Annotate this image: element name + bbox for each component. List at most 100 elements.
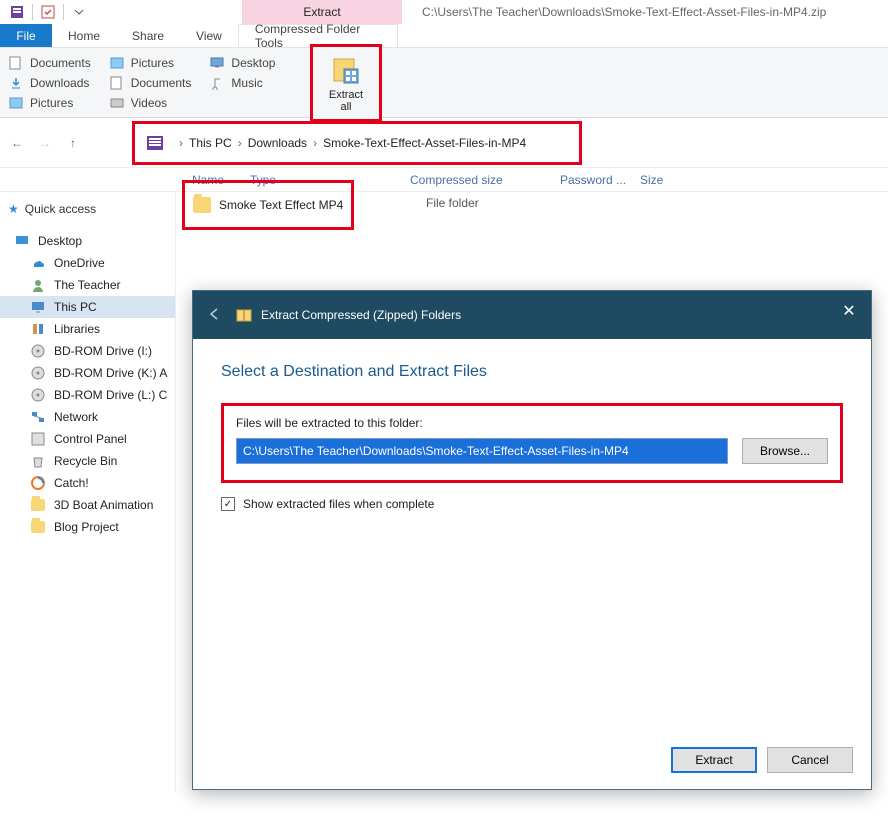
breadcrumb-seg[interactable]: Downloads: [248, 136, 307, 150]
dialog-titlebar[interactable]: Extract Compressed (Zipped) Folders ✕: [193, 291, 871, 339]
cancel-button[interactable]: Cancel: [767, 747, 853, 773]
app-icon: [8, 3, 26, 21]
sidebar-item-label: Recycle Bin: [54, 454, 117, 468]
home-tab[interactable]: Home: [52, 24, 116, 47]
destination-label: Files will be extracted to this folder:: [236, 416, 828, 430]
file-type: File folder: [426, 196, 479, 210]
breadcrumb-sep: ›: [238, 136, 242, 150]
show-extracted-label: Show extracted files when complete: [243, 497, 434, 511]
contextual-tab-group-label: Extract: [303, 5, 340, 19]
extract-dest-documents[interactable]: Documents: [8, 54, 91, 72]
extract-dest-col-3: Desktop Music: [209, 54, 275, 92]
properties-icon[interactable]: [39, 3, 57, 21]
sidebar-item-control-panel[interactable]: Control Panel: [0, 428, 175, 450]
extract-dest-documents-2[interactable]: Documents: [109, 74, 192, 92]
sidebar-item-recycle-bin[interactable]: Recycle Bin: [0, 450, 175, 472]
file-row[interactable]: Smoke Text Effect MP4: [182, 180, 354, 230]
dialog-button-row: Extract Cancel: [671, 747, 853, 773]
control-panel-icon: [30, 431, 46, 447]
sidebar-item-desktop[interactable]: Desktop: [0, 230, 175, 252]
file-tab[interactable]: File: [0, 24, 52, 47]
view-tab[interactable]: View: [180, 24, 238, 47]
col-header-password[interactable]: Password ...: [560, 173, 640, 187]
title-bar: Extract C:\Users\The Teacher\Downloads\S…: [0, 0, 888, 24]
sidebar-item-libraries[interactable]: Libraries: [0, 318, 175, 340]
dialog-close-button[interactable]: ✕: [839, 301, 859, 321]
desktop-icon: [14, 233, 30, 249]
address-bar-row: ← → ↑ › This PC › Downloads › Smoke-Text…: [0, 118, 888, 168]
checkbox-icon[interactable]: ✓: [221, 497, 235, 511]
sidebar-item-label: BD-ROM Drive (L:) C: [54, 388, 167, 402]
sidebar-item-this-pc[interactable]: This PC: [0, 296, 175, 318]
pc-icon: [30, 299, 46, 315]
extract-dest-pictures-2[interactable]: Pictures: [109, 54, 192, 72]
col-header-compressed[interactable]: Compressed size: [410, 173, 560, 187]
dialog-heading: Select a Destination and Extract Files: [221, 363, 843, 381]
sidebar-item-label: Catch!: [54, 476, 89, 490]
disc-icon: [30, 387, 46, 403]
extract-dest-music[interactable]: Music: [209, 74, 275, 92]
breadcrumb-sep: ›: [179, 136, 183, 150]
nav-back-icon[interactable]: ←: [8, 134, 26, 152]
show-extracted-check-row[interactable]: ✓ Show extracted files when complete: [221, 497, 843, 511]
dialog-title: Extract Compressed (Zipped) Folders: [261, 308, 461, 322]
qat-dropdown-icon[interactable]: [70, 3, 88, 21]
sidebar-item-onedrive[interactable]: OneDrive: [0, 252, 175, 274]
archive-icon: [145, 133, 165, 153]
quick-access-label: Quick access: [25, 202, 96, 216]
browse-button[interactable]: Browse...: [742, 438, 828, 464]
destination-input[interactable]: [236, 438, 728, 464]
ribbon: Documents Downloads Pictures Pictures Do…: [0, 48, 888, 118]
extract-all-button[interactable]: Extract all: [310, 44, 382, 122]
extract-dest-label: Documents: [131, 76, 192, 90]
disc-icon: [30, 343, 46, 359]
breadcrumb[interactable]: › This PC › Downloads › Smoke-Text-Effec…: [132, 121, 582, 165]
folder-icon: [30, 519, 46, 535]
sidebar-item-blog-project[interactable]: Blog Project: [0, 516, 175, 538]
sidebar-item-bdrom-l[interactable]: BD-ROM Drive (L:) C: [0, 384, 175, 406]
extract-dest-label: Desktop: [231, 56, 275, 70]
sidebar-item-label: BD-ROM Drive (K:) A: [54, 366, 167, 380]
pictures-icon: [109, 55, 125, 71]
sidebar-item-3d-boat[interactable]: 3D Boat Animation: [0, 494, 175, 516]
pictures-icon: [8, 95, 24, 111]
share-tab[interactable]: Share: [116, 24, 180, 47]
documents-icon: [109, 75, 125, 91]
sidebar-item-network[interactable]: Network: [0, 406, 175, 428]
dialog-body: Select a Destination and Extract Files F…: [193, 339, 871, 535]
breadcrumb-seg[interactable]: Smoke-Text-Effect-Asset-Files-in-MP4: [323, 136, 526, 150]
col-header-size[interactable]: Size: [640, 173, 700, 187]
breadcrumb-sep: ›: [313, 136, 317, 150]
destination-section: Files will be extracted to this folder: …: [221, 403, 843, 483]
extract-dest-label: Videos: [131, 96, 167, 110]
quick-access-header[interactable]: ★ Quick access: [0, 198, 175, 220]
catch-icon: [30, 475, 46, 491]
sidebar-item-label: Blog Project: [54, 520, 119, 534]
nav-forward-icon[interactable]: →: [36, 134, 54, 152]
qat-separator: [32, 4, 33, 20]
extract-dest-pictures[interactable]: Pictures: [8, 94, 91, 112]
extract-dest-desktop[interactable]: Desktop: [209, 54, 275, 72]
libraries-icon: [30, 321, 46, 337]
sidebar-item-label: Libraries: [54, 322, 100, 336]
disc-icon: [30, 365, 46, 381]
nav-up-icon[interactable]: ↑: [64, 134, 82, 152]
breadcrumb-seg[interactable]: This PC: [189, 136, 232, 150]
quick-access-toolbar: [0, 3, 105, 21]
videos-icon: [109, 95, 125, 111]
extract-dest-label: Pictures: [131, 56, 174, 70]
extract-dest-videos[interactable]: Videos: [109, 94, 192, 112]
extract-dest-col-2: Pictures Documents Videos: [109, 54, 192, 112]
sidebar-item-label: OneDrive: [54, 256, 105, 270]
dialog-back-icon[interactable]: [205, 305, 225, 325]
sidebar-item-user[interactable]: The Teacher: [0, 274, 175, 296]
sidebar-item-bdrom-i[interactable]: BD-ROM Drive (I:): [0, 340, 175, 362]
sidebar-item-bdrom-k[interactable]: BD-ROM Drive (K:) A: [0, 362, 175, 384]
sidebar-item-label: Network: [54, 410, 98, 424]
extract-dest-label: Downloads: [30, 76, 89, 90]
extract-dest-downloads[interactable]: Downloads: [8, 74, 91, 92]
ribbon-tabs: File Home Share View Compressed Folder T…: [0, 24, 888, 48]
nav-sidebar: ★ Quick access Desktop OneDrive The Teac…: [0, 192, 176, 792]
extract-button[interactable]: Extract: [671, 747, 757, 773]
sidebar-item-catch[interactable]: Catch!: [0, 472, 175, 494]
